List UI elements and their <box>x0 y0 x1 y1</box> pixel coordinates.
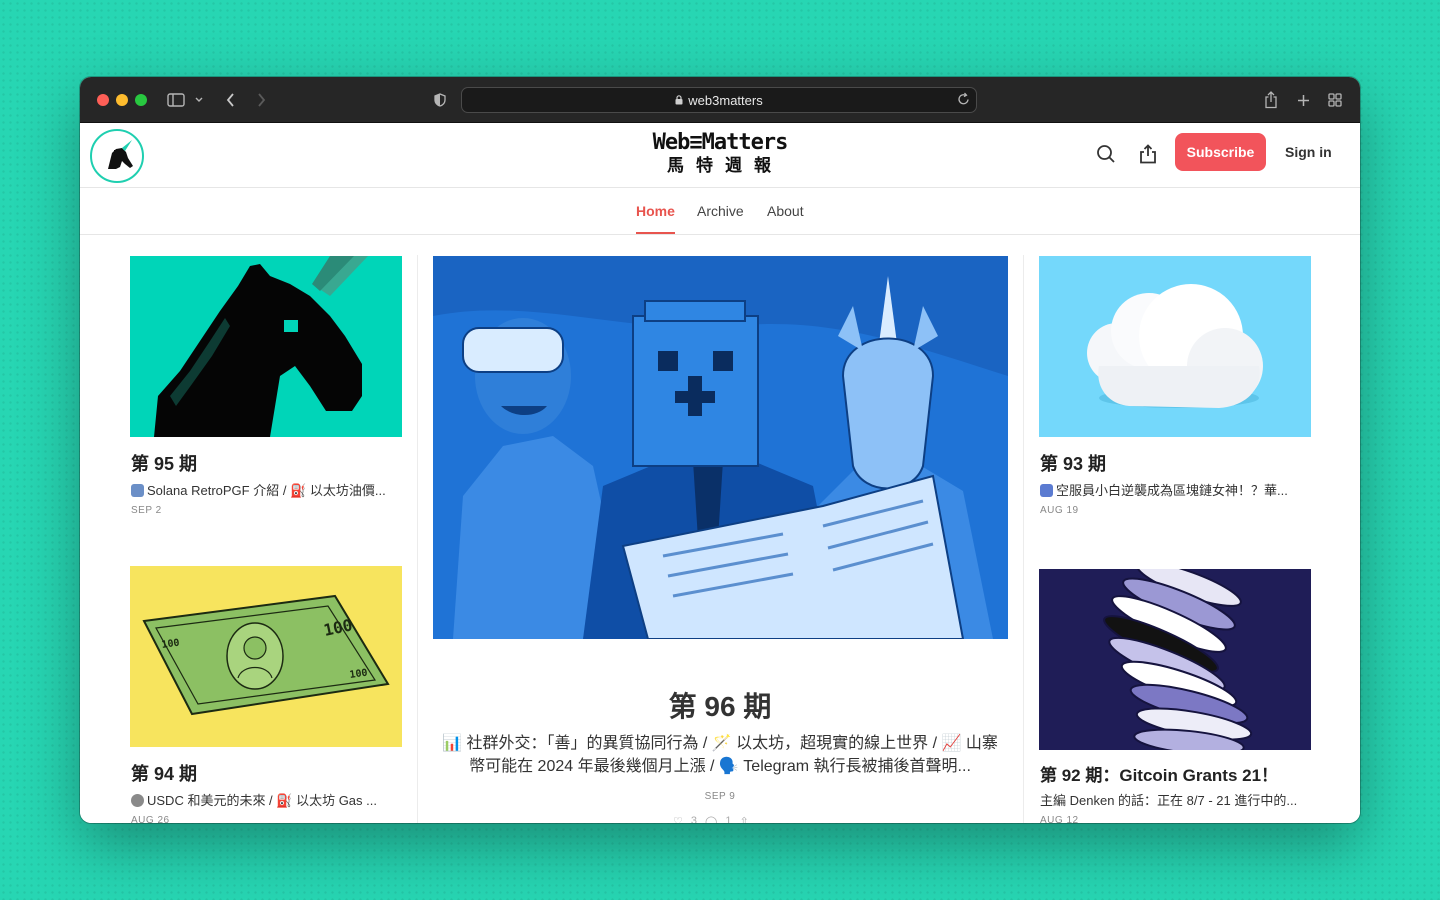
nav-archive[interactable]: Archive <box>697 203 744 219</box>
sidebar-toggle-icon[interactable] <box>166 89 186 111</box>
post-94-subtitle: USDC 和美元的未來 / ⛽ 以太坊 Gas ... <box>131 790 406 809</box>
featured-post-title[interactable]: 第 96 期 <box>433 685 1007 725</box>
column-divider <box>1023 255 1024 823</box>
logo-wordmark: Web≡Matters <box>652 130 789 155</box>
featured-post-date: SEP 9 <box>704 791 736 802</box>
minimize-window-button[interactable] <box>116 94 128 106</box>
publication-avatar[interactable] <box>90 129 144 183</box>
post-95-subtitle-text: Solana RetroPGF 介紹 / ⛽ 以太坊油價... <box>147 483 386 498</box>
like-icon[interactable]: ♡ <box>673 815 683 823</box>
nav-about[interactable]: About <box>767 203 804 219</box>
subscribe-button[interactable]: Subscribe <box>1175 133 1266 171</box>
featured-post-image[interactable] <box>433 256 1008 639</box>
new-tab-plus-icon[interactable] <box>1294 89 1312 111</box>
address-bar[interactable]: web3matters <box>461 87 977 113</box>
site-header: Web≡Matters 馬特週報 Subscribe Sign in <box>80 123 1360 188</box>
share-icon[interactable]: ⇧ <box>739 815 748 823</box>
post-94-date: AUG 26 <box>131 815 170 823</box>
unicorn-logo-icon <box>108 140 133 169</box>
sign-in-link[interactable]: Sign in <box>1285 144 1332 160</box>
post-93-subtitle: 空服員小白逆襲成為區塊鏈女神！？華... <box>1040 480 1315 499</box>
post-grid: 第 95 期 Solana RetroPGF 介紹 / ⛽ 以太坊油價... S… <box>80 235 1360 823</box>
post-92-title[interactable]: 第 92 期：Gitcoin Grants 21！ <box>1040 761 1278 786</box>
post-93-image[interactable] <box>1039 256 1311 437</box>
close-window-button[interactable] <box>97 94 109 106</box>
post-92-date: AUG 12 <box>1040 815 1079 823</box>
reload-icon[interactable] <box>957 92 970 109</box>
share-icon[interactable] <box>1262 89 1280 111</box>
coin-emoji-icon <box>131 794 144 807</box>
post-92-subtitle: 主編 Denken 的話：正在 8/7 - 21 進行中的... <box>1040 793 1298 808</box>
vr-headset-robot-unicorn-illustration <box>433 256 1008 639</box>
post-93-date: AUG 19 <box>1040 505 1079 516</box>
abstract-discs-illustration <box>1103 569 1253 750</box>
like-count: 3 <box>690 815 697 823</box>
post-93-title[interactable]: 第 93 期 <box>1040 450 1106 476</box>
column-divider <box>417 255 418 823</box>
active-tab-indicator <box>636 232 675 234</box>
post-93-subtitle-text: 空服員小白逆襲成為區塊鏈女神！？華... <box>1056 483 1288 498</box>
site-logo[interactable]: Web≡Matters 馬特週報 <box>650 131 790 179</box>
pixel-unicorn-illustration <box>154 256 368 437</box>
search-icon[interactable] <box>1093 141 1119 167</box>
browser-window: web3matters Web≡Matters 馬特週報 Subscribe S… <box>80 77 1360 823</box>
back-arrow-icon[interactable] <box>222 89 238 111</box>
chevron-down-icon[interactable] <box>193 89 205 111</box>
forward-arrow-icon[interactable] <box>253 89 269 111</box>
lock-icon <box>675 93 683 108</box>
share-icon[interactable] <box>1135 141 1161 167</box>
comment-count: 1 <box>725 815 732 823</box>
navigation-bar: Home Archive About <box>80 188 1360 235</box>
privacy-shield-icon[interactable] <box>432 89 448 111</box>
flight-attendant-emoji-icon <box>1040 484 1053 497</box>
zoom-window-button[interactable] <box>135 94 147 106</box>
post-95-subtitle: Solana RetroPGF 介紹 / ⛽ 以太坊油價... <box>131 480 406 499</box>
post-95-date: SEP 2 <box>131 505 162 516</box>
post-95-image[interactable] <box>130 256 402 437</box>
nav-home[interactable]: Home <box>636 203 675 219</box>
url-text: web3matters <box>688 92 763 108</box>
featured-post-subtitle: 📊 社群外交：「善」的異質協同行為 / 🪄 以太坊，超現實的線上世界 / 📈 山… <box>442 735 998 775</box>
logo-chinese-wordmark: 馬特週報 <box>667 156 783 175</box>
cloud-illustration <box>1087 284 1263 408</box>
post-94-subtitle-text: USDC 和美元的未來 / ⛽ 以太坊 Gas ... <box>147 793 377 808</box>
browser-toolbar: web3matters <box>80 77 1360 123</box>
post-95-title[interactable]: 第 95 期 <box>131 450 197 476</box>
comment-icon[interactable]: ◯ <box>705 815 717 823</box>
post-94-title[interactable]: 第 94 期 <box>131 760 197 786</box>
anchor-emoji-icon <box>131 484 144 497</box>
post-92-image[interactable] <box>1039 569 1311 750</box>
tab-overview-icon[interactable] <box>1326 89 1344 111</box>
dollar-bill-illustration: 100 100 100 <box>142 594 390 716</box>
post-94-image[interactable]: 100 100 100 <box>130 566 402 747</box>
featured-post-actions: ♡ 3 ◯ 1 ⇧ <box>673 815 749 823</box>
